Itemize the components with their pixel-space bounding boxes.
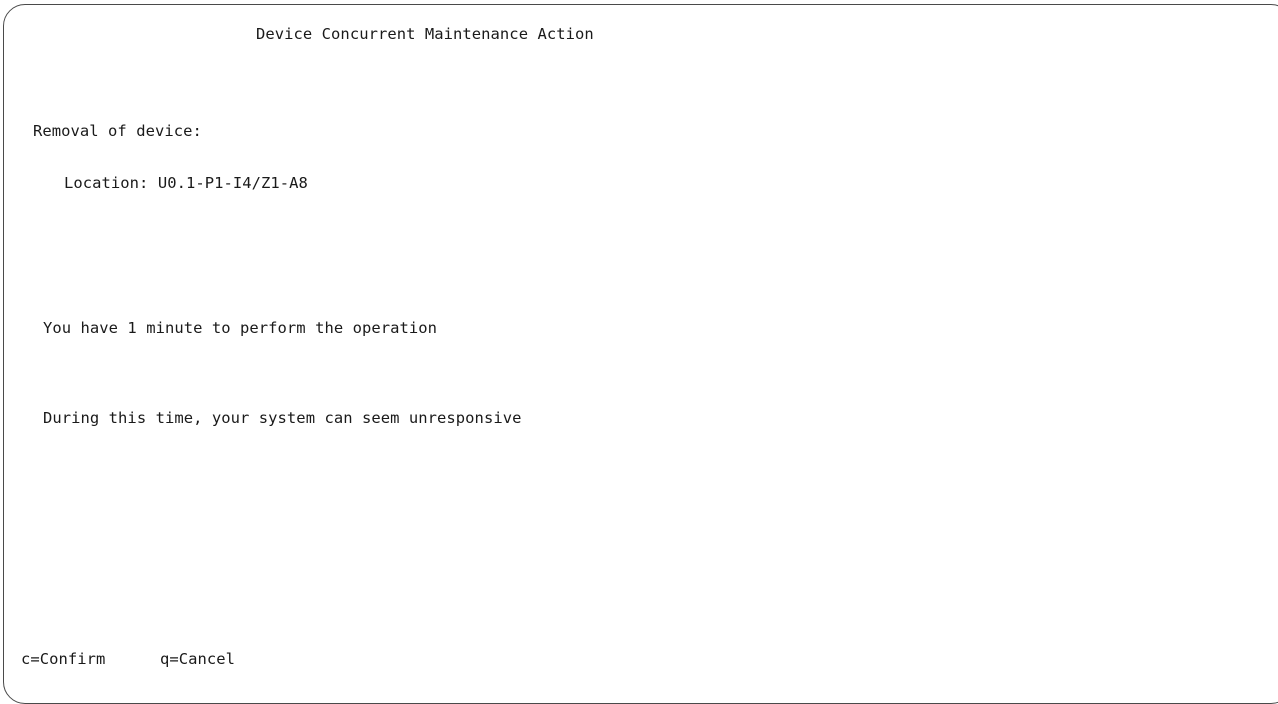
unresponsive-warning-message: During this time, your system can seem u… bbox=[43, 409, 522, 427]
confirm-key[interactable]: c=Confirm bbox=[21, 649, 105, 669]
operation-time-message: You have 1 minute to perform the operati… bbox=[43, 319, 438, 337]
screen-title: Device Concurrent Maintenance Action bbox=[256, 25, 594, 43]
location-value: U0.1-P1-I4/Z1-A8 bbox=[157, 174, 308, 192]
location-label: Location: bbox=[64, 174, 149, 192]
location-row: Location: U0.1-P1-I4/Z1-A8 bbox=[64, 173, 308, 193]
terminal-screen-frame bbox=[3, 4, 1278, 704]
cancel-key[interactable]: q=Cancel bbox=[160, 649, 235, 669]
removal-label: Removal of device: bbox=[33, 122, 202, 140]
